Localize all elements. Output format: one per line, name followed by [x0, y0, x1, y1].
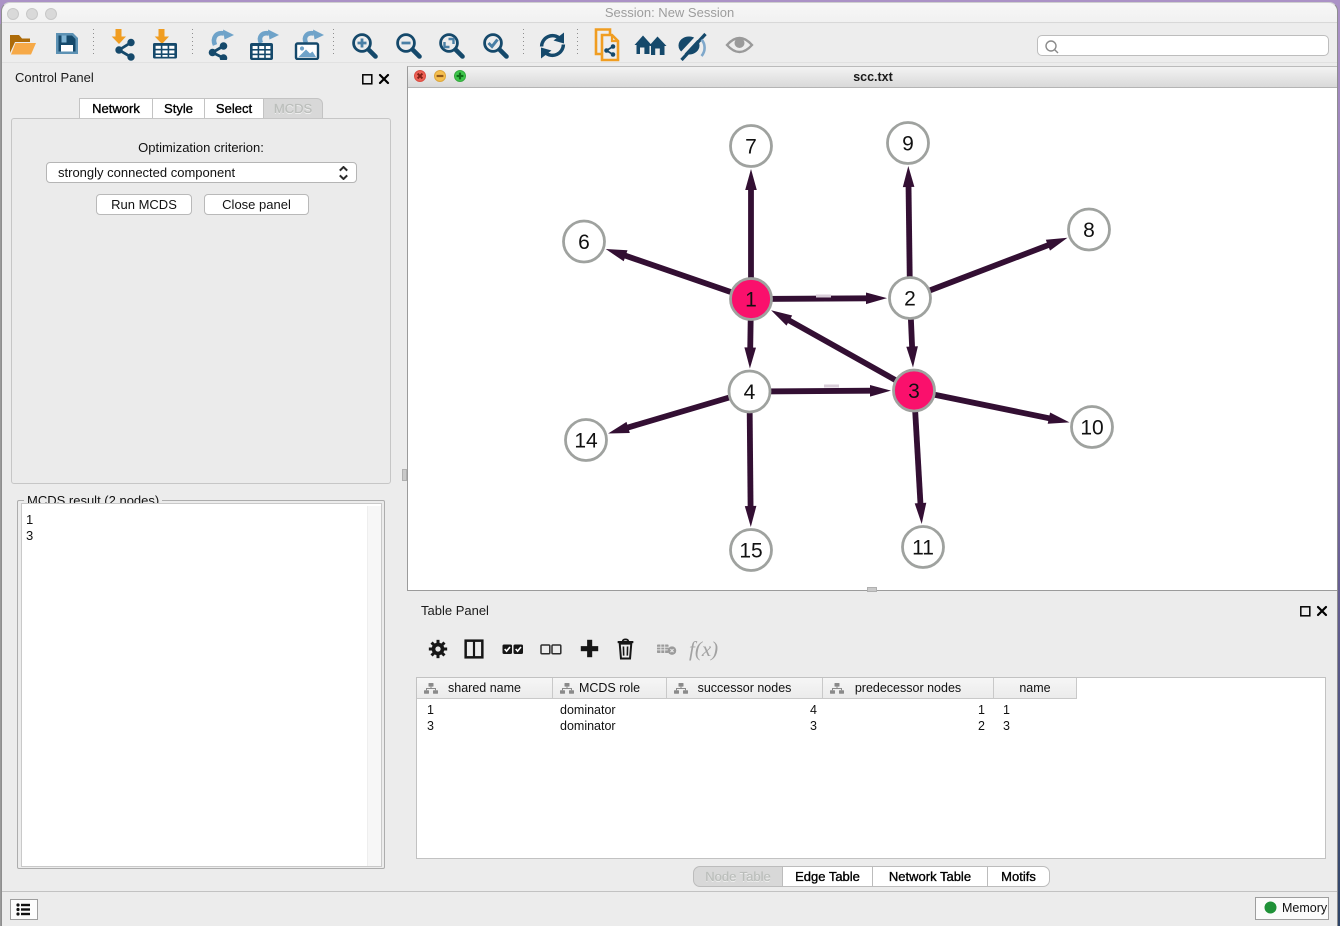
svg-text:11: 11: [912, 537, 934, 560]
svg-text:8: 8: [1083, 219, 1095, 242]
svg-text:6: 6: [578, 231, 590, 254]
svg-text:10: 10: [1080, 417, 1103, 440]
svg-text:14: 14: [574, 430, 598, 453]
svg-text:1: 1: [745, 289, 757, 312]
svg-text:7: 7: [745, 136, 757, 159]
svg-text:4: 4: [744, 381, 756, 404]
svg-text:3: 3: [908, 380, 920, 403]
svg-text:9: 9: [902, 133, 914, 156]
svg-text:15: 15: [739, 540, 762, 563]
svg-text:2: 2: [904, 288, 916, 311]
